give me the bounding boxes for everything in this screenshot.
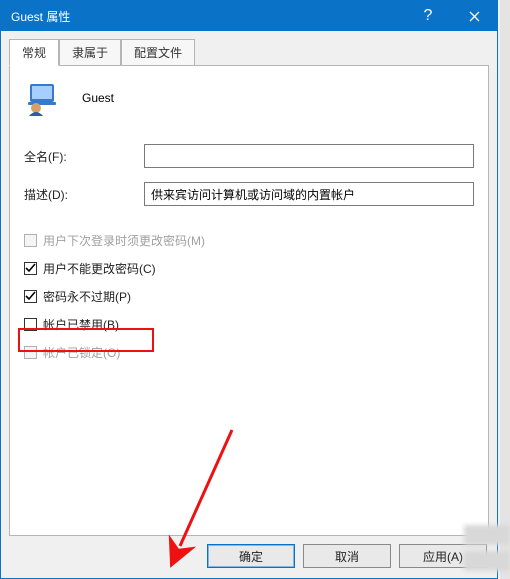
user-icon (24, 80, 60, 116)
description-input[interactable] (144, 182, 474, 206)
background-blur (464, 525, 510, 571)
help-button[interactable]: ? (405, 1, 451, 31)
button-bar: 确定 取消 应用(A) (9, 536, 489, 570)
checkmark-icon (25, 291, 36, 302)
properties-dialog: Guest 属性 ? 常规 隶属于 配置文件 (0, 0, 498, 579)
dialog-body: 常规 隶属于 配置文件 Guest 全名(F): (1, 31, 497, 578)
account-disabled-label: 帐户已禁用(B) (43, 316, 119, 333)
tab-profile[interactable]: 配置文件 (121, 39, 195, 66)
cancel-button[interactable]: 取消 (303, 544, 391, 568)
never-expires-label: 密码永不过期(P) (43, 288, 131, 305)
ok-button[interactable]: 确定 (207, 544, 295, 568)
fullname-input[interactable] (144, 144, 474, 168)
cannot-change-checkbox[interactable] (24, 262, 37, 275)
account-disabled-row: 帐户已禁用(B) (24, 316, 474, 333)
must-change-label: 用户下次登录时须更改密码(M) (43, 232, 205, 249)
locked-row: 帐户已锁定(O) (24, 344, 474, 361)
cannot-change-row: 用户不能更改密码(C) (24, 260, 474, 277)
must-change-checkbox (24, 234, 37, 247)
cannot-change-label: 用户不能更改密码(C) (43, 260, 156, 277)
close-button[interactable] (451, 1, 497, 31)
user-name: Guest (82, 91, 114, 105)
checkbox-group: 用户下次登录时须更改密码(M) 用户不能更改密码(C) 密码永不过期(P) (24, 232, 474, 361)
never-expires-row: 密码永不过期(P) (24, 288, 474, 305)
user-header: Guest (24, 80, 474, 116)
description-row: 描述(D): (24, 182, 474, 206)
fullname-label: 全名(F): (24, 148, 144, 165)
account-disabled-checkbox[interactable] (24, 318, 37, 331)
account-locked-checkbox (24, 346, 37, 359)
fullname-row: 全名(F): (24, 144, 474, 168)
never-expires-checkbox[interactable] (24, 290, 37, 303)
description-label: 描述(D): (24, 186, 144, 203)
background-strip (500, 0, 510, 579)
account-locked-label: 帐户已锁定(O) (43, 344, 120, 361)
tab-strip: 常规 隶属于 配置文件 (9, 39, 489, 66)
tab-general[interactable]: 常规 (9, 39, 59, 66)
tab-memberof[interactable]: 隶属于 (59, 39, 121, 66)
tab-panel-general: Guest 全名(F): 描述(D): 用户下次登录时须更改密码(M) (9, 65, 489, 536)
close-icon (469, 11, 480, 22)
window-title: Guest 属性 (11, 8, 405, 25)
titlebar[interactable]: Guest 属性 ? (1, 1, 497, 31)
checkmark-icon (25, 263, 36, 274)
must-change-row: 用户下次登录时须更改密码(M) (24, 232, 474, 249)
